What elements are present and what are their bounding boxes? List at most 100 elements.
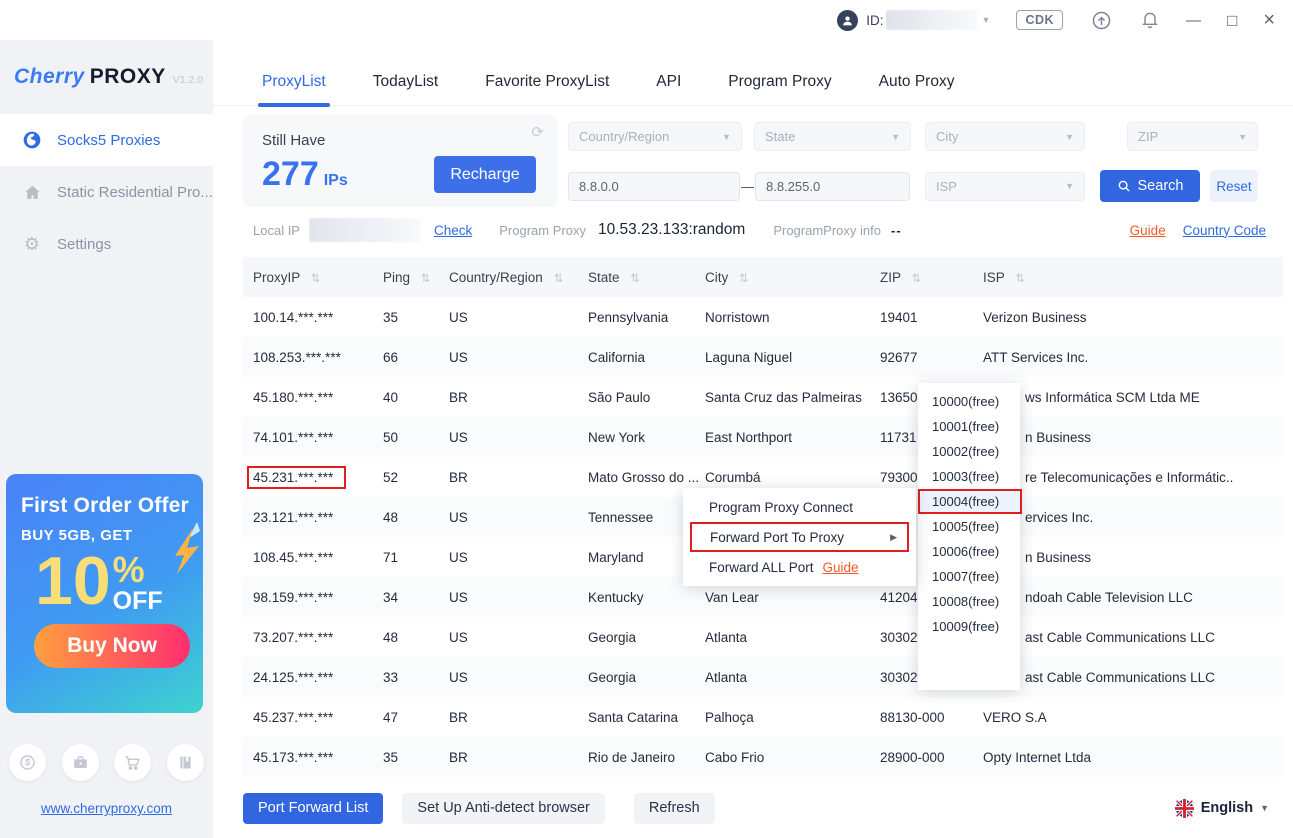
country-cell: BR bbox=[449, 457, 588, 497]
port-label: 10002(free) bbox=[932, 444, 999, 459]
buy-now-button[interactable]: Buy Now bbox=[34, 624, 190, 668]
country-code-link[interactable]: Country Code bbox=[1183, 223, 1266, 238]
proxy-ip-cell: 74.101.***.*** bbox=[253, 430, 333, 445]
country-region-select[interactable]: Country/Region ▼ bbox=[568, 122, 742, 151]
isp-select[interactable]: ISP ▼ bbox=[925, 172, 1085, 201]
state-cell: Rio de Janeiro bbox=[588, 737, 705, 777]
manual-book-icon[interactable] bbox=[167, 744, 204, 781]
tab[interactable]: Auto Proxy bbox=[879, 58, 955, 105]
minimize-button[interactable]: — bbox=[1186, 13, 1201, 28]
notifications-bell-icon[interactable] bbox=[1140, 10, 1160, 30]
menu-item-forward-port-to-proxy[interactable]: Forward Port To Proxy ▶ bbox=[690, 522, 909, 552]
guide-link[interactable]: Guide bbox=[1130, 223, 1166, 238]
update-icon[interactable] bbox=[1091, 10, 1112, 31]
table-row[interactable]: 45.237.***.*** 47 BR Santa Catarina Palh… bbox=[243, 697, 1283, 737]
menu-guide-link[interactable]: Guide bbox=[823, 560, 859, 575]
proxy-ip-cell: 108.253.***.*** bbox=[253, 350, 341, 365]
sort-icon[interactable]: ⇅ bbox=[630, 273, 640, 285]
reset-button[interactable]: Reset bbox=[1210, 170, 1258, 202]
sidebar-item-static-residential[interactable]: Static Residential Pro... bbox=[0, 166, 213, 218]
isp-cell: ATT Services Inc. bbox=[983, 350, 1088, 365]
port-forward-list-button[interactable]: Port Forward List bbox=[243, 793, 383, 824]
website-link-row: www.cherryproxy.com bbox=[0, 800, 213, 818]
sort-icon[interactable]: ⇅ bbox=[1015, 273, 1025, 285]
sort-icon[interactable]: ⇅ bbox=[421, 273, 431, 285]
filter-row-2: 8.8.0.0 — 8.8.255.0 ISP ▼ Search Reset bbox=[568, 170, 1258, 202]
range-dash: — bbox=[740, 179, 755, 194]
port-menu-item[interactable]: 10007(free) bbox=[918, 564, 1020, 589]
sidebar-item-socks5-proxies[interactable]: Socks5 Proxies bbox=[0, 114, 213, 166]
cart-icon[interactable] bbox=[114, 744, 151, 781]
sort-icon[interactable]: ⇅ bbox=[554, 273, 564, 285]
tab[interactable]: ProxyList bbox=[262, 58, 326, 105]
ip-count: 277 bbox=[262, 155, 319, 193]
website-link[interactable]: www.cherryproxy.com bbox=[41, 801, 172, 816]
table-row[interactable]: 24.125.***.*** 33 US Georgia Atlanta 303… bbox=[243, 657, 1283, 697]
search-icon bbox=[1117, 179, 1131, 193]
column-label: City bbox=[705, 270, 728, 285]
chevron-down-icon: ▼ bbox=[891, 132, 900, 142]
table-row[interactable]: 45.173.***.*** 35 BR Rio de Janeiro Cabo… bbox=[243, 737, 1283, 777]
zip-select[interactable]: ZIP ▼ bbox=[1127, 122, 1258, 151]
promo-banner[interactable]: First Order Offer BUY 5GB, GET 10 % OFF … bbox=[6, 474, 203, 713]
port-menu-item[interactable]: 10002(free) bbox=[918, 439, 1020, 464]
maximize-button[interactable]: □ bbox=[1227, 12, 1237, 29]
port-menu-item[interactable]: 10000(free) bbox=[918, 389, 1020, 414]
ip-range-to-input[interactable]: 8.8.255.0 bbox=[755, 172, 910, 201]
port-menu-item[interactable]: 10009(free) bbox=[918, 614, 1020, 639]
port-menu-item[interactable]: 10003(free) bbox=[918, 464, 1020, 489]
menu-item-label: Program Proxy Connect bbox=[709, 500, 853, 515]
tab[interactable]: Favorite ProxyList bbox=[485, 58, 609, 105]
sidebar-item-settings[interactable]: ⚙ Settings bbox=[0, 218, 213, 270]
port-menu-item[interactable]: 10004(free) bbox=[918, 489, 1022, 514]
tab[interactable]: Program Proxy bbox=[728, 58, 831, 105]
tab[interactable]: API bbox=[656, 58, 681, 105]
tab[interactable]: TodayList bbox=[373, 58, 438, 105]
city-select[interactable]: City ▼ bbox=[925, 122, 1085, 151]
menu-item-forward-all-port[interactable]: Forward ALL Port Guide bbox=[683, 552, 916, 582]
anti-detect-browser-button[interactable]: Set Up Anti-detect browser bbox=[402, 793, 604, 824]
state-select[interactable]: State ▼ bbox=[754, 122, 911, 151]
city-cell: Norristown bbox=[705, 297, 880, 337]
column-header[interactable]: ZIP ⇅ bbox=[880, 257, 983, 297]
check-link[interactable]: Check bbox=[434, 223, 472, 238]
table-row[interactable]: 74.101.***.*** 50 US New York East North… bbox=[243, 417, 1283, 457]
column-header[interactable]: ISP ⇅ bbox=[983, 257, 1283, 297]
table-row[interactable]: 45.180.***.*** 40 BR São Paulo Santa Cru… bbox=[243, 377, 1283, 417]
port-menu-item[interactable]: 10006(free) bbox=[918, 539, 1020, 564]
user-avatar-icon[interactable] bbox=[837, 10, 858, 31]
port-menu-item[interactable]: 10008(free) bbox=[918, 589, 1020, 614]
column-header[interactable]: State ⇅ bbox=[588, 257, 705, 297]
program-proxy-value: 10.53.23.133:random bbox=[598, 221, 745, 239]
recharge-button[interactable]: Recharge bbox=[434, 156, 536, 193]
sort-icon[interactable]: ⇅ bbox=[311, 273, 321, 285]
refresh-balance-icon[interactable]: ⟳ bbox=[531, 123, 544, 141]
sort-icon[interactable]: ⇅ bbox=[912, 273, 922, 285]
table-row[interactable]: 108.253.***.*** 66 US California Laguna … bbox=[243, 337, 1283, 377]
table-row[interactable]: 100.14.***.*** 35 US Pennsylvania Norris… bbox=[243, 297, 1283, 337]
close-button[interactable]: × bbox=[1263, 10, 1275, 30]
chevron-down-icon: ▼ bbox=[1260, 803, 1269, 813]
port-menu-item[interactable]: 10001(free) bbox=[918, 414, 1020, 439]
search-button[interactable]: Search bbox=[1100, 170, 1200, 202]
port-label: 10008(free) bbox=[932, 594, 999, 609]
ip-range-from-input[interactable]: 8.8.0.0 bbox=[568, 172, 740, 201]
account-dropdown-icon[interactable]: ▼ bbox=[982, 15, 991, 25]
column-header[interactable]: City ⇅ bbox=[705, 257, 880, 297]
country-cell: US bbox=[449, 537, 588, 577]
column-header[interactable]: ProxyIP ⇅ bbox=[243, 257, 383, 297]
port-menu-item[interactable]: 10005(free) bbox=[918, 514, 1020, 539]
cdk-button[interactable]: CDK bbox=[1016, 10, 1063, 30]
status-row: Local IP Check Program Proxy 10.53.23.13… bbox=[253, 218, 1266, 242]
table-row[interactable]: 73.207.***.*** 48 US Georgia Atlanta 303… bbox=[243, 617, 1283, 657]
column-header[interactable]: Country/Region ⇅ bbox=[449, 257, 588, 297]
menu-item-program-proxy-connect[interactable]: Program Proxy Connect bbox=[683, 492, 916, 522]
language-selector[interactable]: English ▼ bbox=[1175, 799, 1269, 818]
column-header[interactable]: Ping ⇅ bbox=[383, 257, 449, 297]
sort-icon[interactable]: ⇅ bbox=[739, 273, 749, 285]
briefcase-icon[interactable] bbox=[62, 744, 99, 781]
money-back-icon[interactable] bbox=[9, 744, 46, 781]
program-proxy-info-value: -- bbox=[891, 223, 902, 238]
refresh-button[interactable]: Refresh bbox=[634, 793, 715, 824]
ping-cell: 48 bbox=[383, 497, 449, 537]
